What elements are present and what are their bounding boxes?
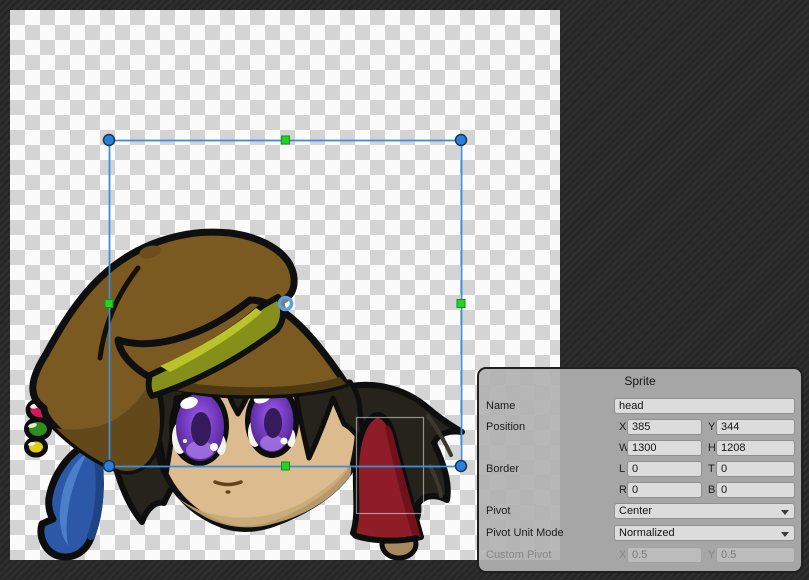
border-b-prefix: B bbox=[708, 482, 715, 498]
position-x-prefix: X bbox=[619, 419, 626, 435]
custom-pivot-y-field-wrap bbox=[716, 547, 795, 563]
position-label: Position bbox=[486, 419, 525, 435]
corner-handle-bottom-right[interactable] bbox=[456, 461, 467, 472]
pivot-handle-icon[interactable] bbox=[280, 298, 292, 310]
position-h-field-wrap bbox=[716, 440, 795, 456]
custom-pivot-y-input bbox=[717, 548, 798, 562]
panel-title: Sprite bbox=[479, 374, 801, 388]
corner-handle-top-left[interactable] bbox=[104, 135, 115, 146]
position-h-input[interactable] bbox=[717, 441, 798, 455]
border-t-input[interactable] bbox=[717, 462, 798, 476]
border-r-input[interactable] bbox=[628, 483, 705, 497]
edge-handle-left[interactable] bbox=[105, 300, 113, 308]
border-l-input[interactable] bbox=[628, 462, 705, 476]
custom-pivot-label: Custom Pivot bbox=[486, 547, 551, 563]
pivot-unit-mode-label: Pivot Unit Mode bbox=[486, 525, 564, 541]
corner-handle-top-right[interactable] bbox=[456, 135, 467, 146]
custom-pivot-x-field-wrap bbox=[627, 547, 702, 563]
sprite-properties-panel: Sprite Name Position X Y W H Border L T … bbox=[477, 367, 803, 573]
pivot-dropdown[interactable]: Center bbox=[614, 503, 795, 519]
position-y-field-wrap bbox=[716, 419, 795, 435]
position-w-input[interactable] bbox=[628, 441, 705, 455]
custom-pivot-y-prefix: Y bbox=[708, 547, 715, 563]
border-t-prefix: T bbox=[708, 461, 715, 477]
position-y-input[interactable] bbox=[717, 420, 798, 434]
pivot-label: Pivot bbox=[486, 503, 510, 519]
custom-pivot-x-prefix: X bbox=[619, 547, 626, 563]
position-x-input[interactable] bbox=[628, 420, 705, 434]
dropdown-arrow-icon bbox=[781, 510, 789, 515]
name-label: Name bbox=[486, 398, 515, 414]
border-l-field-wrap bbox=[627, 461, 702, 477]
border-l-prefix: L bbox=[619, 461, 625, 477]
dropdown-arrow-icon bbox=[781, 532, 789, 537]
pivot-dropdown-value: Center bbox=[619, 505, 652, 517]
border-r-field-wrap bbox=[627, 482, 702, 498]
position-y-prefix: Y bbox=[708, 419, 715, 435]
position-x-field-wrap bbox=[627, 419, 702, 435]
custom-pivot-x-input bbox=[628, 548, 705, 562]
pivot-unit-mode-dropdown[interactable]: Normalized bbox=[614, 525, 795, 541]
sprite-editor-window: Sprite Name Position X Y W H Border L T … bbox=[0, 0, 809, 580]
left-eye bbox=[169, 386, 229, 466]
chin-mark bbox=[225, 490, 230, 494]
edge-handle-bottom[interactable] bbox=[282, 462, 290, 470]
pivot-unit-mode-dropdown-value: Normalized bbox=[619, 527, 675, 539]
edge-handle-top[interactable] bbox=[282, 136, 290, 144]
border-b-field-wrap bbox=[716, 482, 795, 498]
border-r-prefix: R bbox=[619, 482, 627, 498]
position-w-field-wrap bbox=[627, 440, 702, 456]
border-label: Border bbox=[486, 461, 519, 477]
border-b-input[interactable] bbox=[717, 483, 798, 497]
name-input[interactable] bbox=[615, 399, 798, 413]
name-field-wrap bbox=[614, 398, 795, 414]
corner-handle-bottom-left[interactable] bbox=[104, 461, 115, 472]
position-h-prefix: H bbox=[708, 440, 716, 456]
border-t-field-wrap bbox=[716, 461, 795, 477]
edge-handle-right[interactable] bbox=[457, 300, 465, 308]
